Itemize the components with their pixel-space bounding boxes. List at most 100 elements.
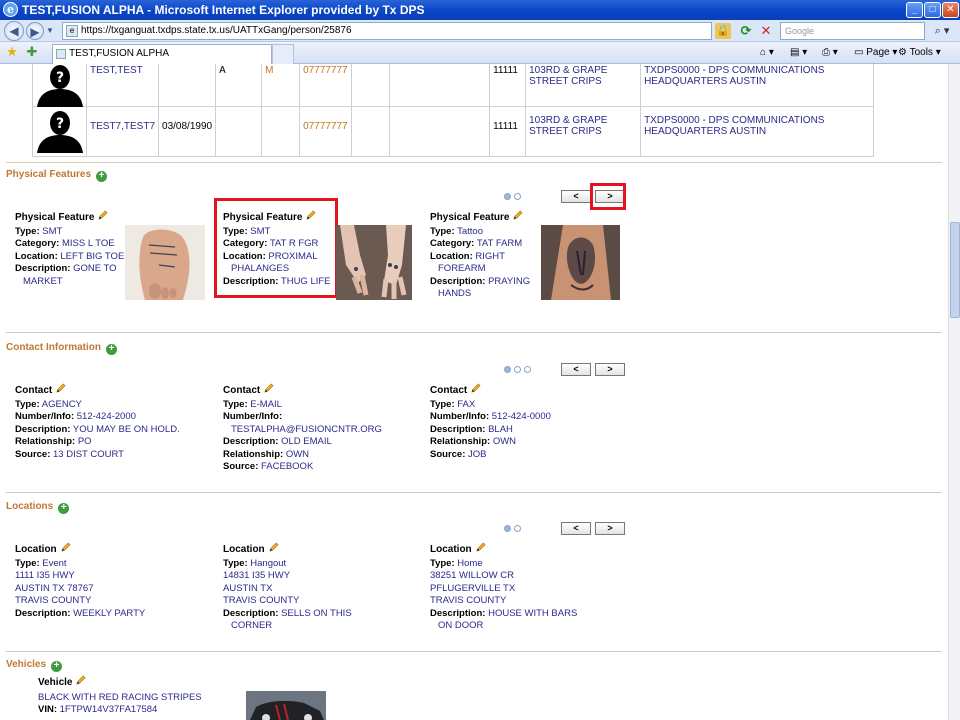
add-location-icon[interactable]: + — [58, 503, 70, 514]
search-button[interactable]: ⌕ ▾ — [928, 22, 956, 40]
vehicle-card: Vehicle BLACK WITH RED RACING STRIPES VI… — [38, 675, 238, 717]
gang-cell[interactable]: 103RD & GRAPE STREET CRIPS — [525, 106, 642, 157]
type-label: Type: — [430, 225, 455, 237]
add-favorite-icon[interactable]: ✚ — [24, 44, 40, 60]
card-heading-text: Location — [15, 544, 57, 555]
unknown-person-avatar-icon[interactable]: ? — [35, 64, 85, 107]
relationship-label: Relationship: — [15, 436, 76, 447]
person-name-cell[interactable]: TEST,TEST — [85, 64, 160, 107]
address-line: TRAVIS COUNTY — [15, 595, 92, 606]
edit-pencil-icon[interactable] — [60, 542, 71, 553]
prev-contact-button[interactable]: < — [561, 363, 591, 376]
maximize-button[interactable]: □ — [924, 2, 941, 18]
edit-pencil-icon[interactable] — [263, 383, 274, 394]
page-dot[interactable] — [514, 525, 521, 532]
stop-button[interactable]: ✕ — [758, 23, 774, 39]
foot-photo[interactable] — [125, 225, 205, 300]
edit-pencil-icon[interactable] — [55, 383, 66, 394]
page-menu[interactable]: ▭ Page ▾ — [854, 45, 897, 61]
zip-cell: 11111 — [489, 64, 527, 107]
edit-pencil-icon[interactable] — [470, 383, 481, 394]
agency-cell[interactable]: TXDPS0000 - DPS COMMUNICATIONS HEADQUART… — [640, 106, 874, 157]
tab-current[interactable]: TEST,FUSION ALPHA — [52, 44, 272, 64]
contact-card: Contact Type: E-MAIL Number/Info: TESTAL… — [223, 383, 423, 474]
number-value: TESTALPHA@FUSIONCNTR.ORG — [231, 423, 382, 435]
person-name[interactable]: TEST7,TEST7 — [90, 121, 155, 132]
edit-pencil-icon[interactable] — [75, 675, 86, 686]
scrollbar-thumb[interactable] — [950, 222, 960, 318]
edit-pencil-icon[interactable] — [475, 542, 486, 553]
history-dropdown-icon[interactable]: ▼ — [46, 26, 54, 35]
ie-icon: e — [3, 2, 18, 17]
cell: M — [261, 64, 301, 107]
agency-link[interactable]: TXDPS0000 - DPS COMMUNICATIONS HEADQUART… — [644, 115, 824, 137]
relationship-label: Relationship: — [430, 436, 491, 447]
section-title-text: Locations — [6, 501, 54, 512]
tools-menu[interactable]: ⚙ Tools ▾ — [898, 45, 941, 61]
new-tab-button[interactable] — [272, 44, 294, 64]
next-contact-button[interactable]: > — [595, 363, 625, 376]
window-title-bar: e TEST,FUSION ALPHA - Microsoft Internet… — [0, 0, 960, 20]
next-location-button[interactable]: > — [595, 522, 625, 535]
forward-arrow-icon: ▶ — [30, 25, 40, 39]
phone: 07777777 — [303, 65, 348, 76]
number-value: 512-424-2000 — [76, 411, 136, 422]
address-line: AUSTIN TX 78767 — [15, 582, 94, 594]
category-label: Category: — [430, 238, 475, 249]
category-value: TAT R FGR — [269, 238, 319, 249]
forearm-tattoo-photo[interactable] — [541, 225, 620, 300]
edit-pencil-icon[interactable] — [305, 210, 316, 221]
prev-physical-feature-button[interactable]: < — [561, 190, 591, 203]
add-physical-feature-icon[interactable]: + — [96, 171, 108, 182]
home-icon[interactable]: ⌂ ▾ — [760, 45, 774, 61]
dob-cell — [158, 64, 217, 107]
page-dot[interactable] — [514, 193, 521, 200]
description-value: HOUSE WITH BARS — [488, 607, 578, 619]
forward-button[interactable]: ▶ — [26, 22, 44, 40]
lock-icon[interactable]: 🔒 — [715, 23, 731, 39]
page-dot-active[interactable] — [504, 366, 511, 373]
page-dot-active[interactable] — [504, 193, 511, 200]
location-card: Location Type: Home 38251 WILLOW CR PFLU… — [430, 542, 630, 633]
description-label: Description: — [223, 275, 279, 287]
edit-pencil-icon[interactable] — [512, 210, 523, 221]
agency-cell[interactable]: TXDPS0000 - DPS COMMUNICATIONS HEADQUART… — [640, 64, 874, 107]
url-input[interactable]: e https://txganguat.txdps.state.tx.us/UA… — [62, 22, 712, 40]
edit-pencil-icon[interactable] — [268, 542, 279, 553]
favorites-star-icon[interactable]: ★ — [4, 44, 20, 60]
card-heading: Location — [223, 542, 423, 557]
vertical-scrollbar[interactable] — [948, 64, 960, 720]
category-label: Category: — [15, 238, 60, 249]
back-button[interactable]: ◀ — [4, 21, 24, 41]
gang-cell[interactable]: 103RD & GRAPE STREET CRIPS — [525, 64, 642, 107]
gang-link[interactable]: 103RD & GRAPE STREET CRIPS — [529, 115, 607, 137]
vin-label: VIN: — [38, 704, 57, 715]
relationship-value: OWN — [285, 448, 310, 460]
refresh-button[interactable]: ⟳ — [738, 23, 754, 39]
hands-photo[interactable] — [336, 225, 412, 300]
add-contact-icon[interactable]: + — [106, 344, 117, 355]
edit-pencil-icon[interactable] — [97, 210, 108, 221]
page-dot[interactable] — [514, 366, 521, 373]
add-vehicle-icon[interactable]: + — [51, 661, 63, 672]
minimize-button[interactable]: _ — [906, 2, 923, 18]
category-label: Category: — [223, 238, 268, 249]
section-divider — [6, 332, 942, 333]
unknown-person-avatar-icon[interactable]: ? — [35, 109, 85, 153]
gang-link[interactable]: 103RD & GRAPE STREET CRIPS — [529, 65, 607, 87]
page-dot[interactable] — [524, 366, 531, 373]
feeds-icon[interactable]: ▤ ▾ — [790, 45, 807, 61]
person-name-cell[interactable]: TEST7,TEST7 — [85, 106, 160, 157]
close-button[interactable]: ✕ — [942, 2, 959, 18]
agency-link[interactable]: TXDPS0000 - DPS COMMUNICATIONS HEADQUART… — [644, 65, 824, 87]
vehicle-photo[interactable] — [246, 691, 326, 720]
prev-location-button[interactable]: < — [561, 522, 591, 535]
physical-feature-card: Physical Feature Type: SMT Category: TAT… — [223, 210, 335, 288]
search-input[interactable]: Google — [780, 22, 925, 40]
person-name[interactable]: TEST,TEST — [90, 65, 143, 76]
page-icon — [56, 49, 66, 59]
page-dot-active[interactable] — [504, 525, 511, 532]
location-card: Location Type: Hangout 14831 I35 HWY AUS… — [223, 542, 423, 633]
print-icon[interactable]: ⎙ ▾ — [822, 45, 838, 61]
physical-feature-card: Physical Feature Type: Tattoo Category: … — [430, 210, 540, 301]
